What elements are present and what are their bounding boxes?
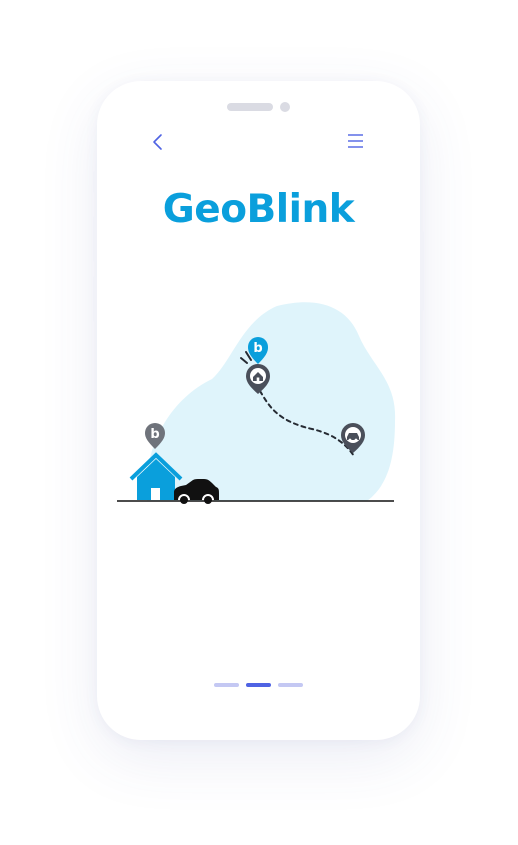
back-button[interactable] xyxy=(147,131,169,153)
menu-button[interactable] xyxy=(346,132,366,150)
page-dot-1[interactable] xyxy=(214,683,239,687)
page-dot-3[interactable] xyxy=(278,683,303,687)
hamburger-menu-icon xyxy=(348,134,363,148)
onboarding-illustration: b b xyxy=(117,302,396,506)
app-title: GeoBlink xyxy=(162,187,355,232)
phone-side-button xyxy=(420,231,424,311)
pin-letter: b xyxy=(253,341,262,356)
page-dot-2-active[interactable] xyxy=(246,683,271,687)
phone-camera xyxy=(280,102,290,112)
chevron-left-icon xyxy=(153,134,162,150)
screen: GeoBlink b b xyxy=(0,0,518,845)
pin-letter: b xyxy=(150,427,159,442)
phone-frame: GeoBlink b b xyxy=(93,81,424,740)
page-indicator xyxy=(214,683,304,689)
phone-speaker xyxy=(227,103,273,111)
map-blob xyxy=(146,302,396,501)
